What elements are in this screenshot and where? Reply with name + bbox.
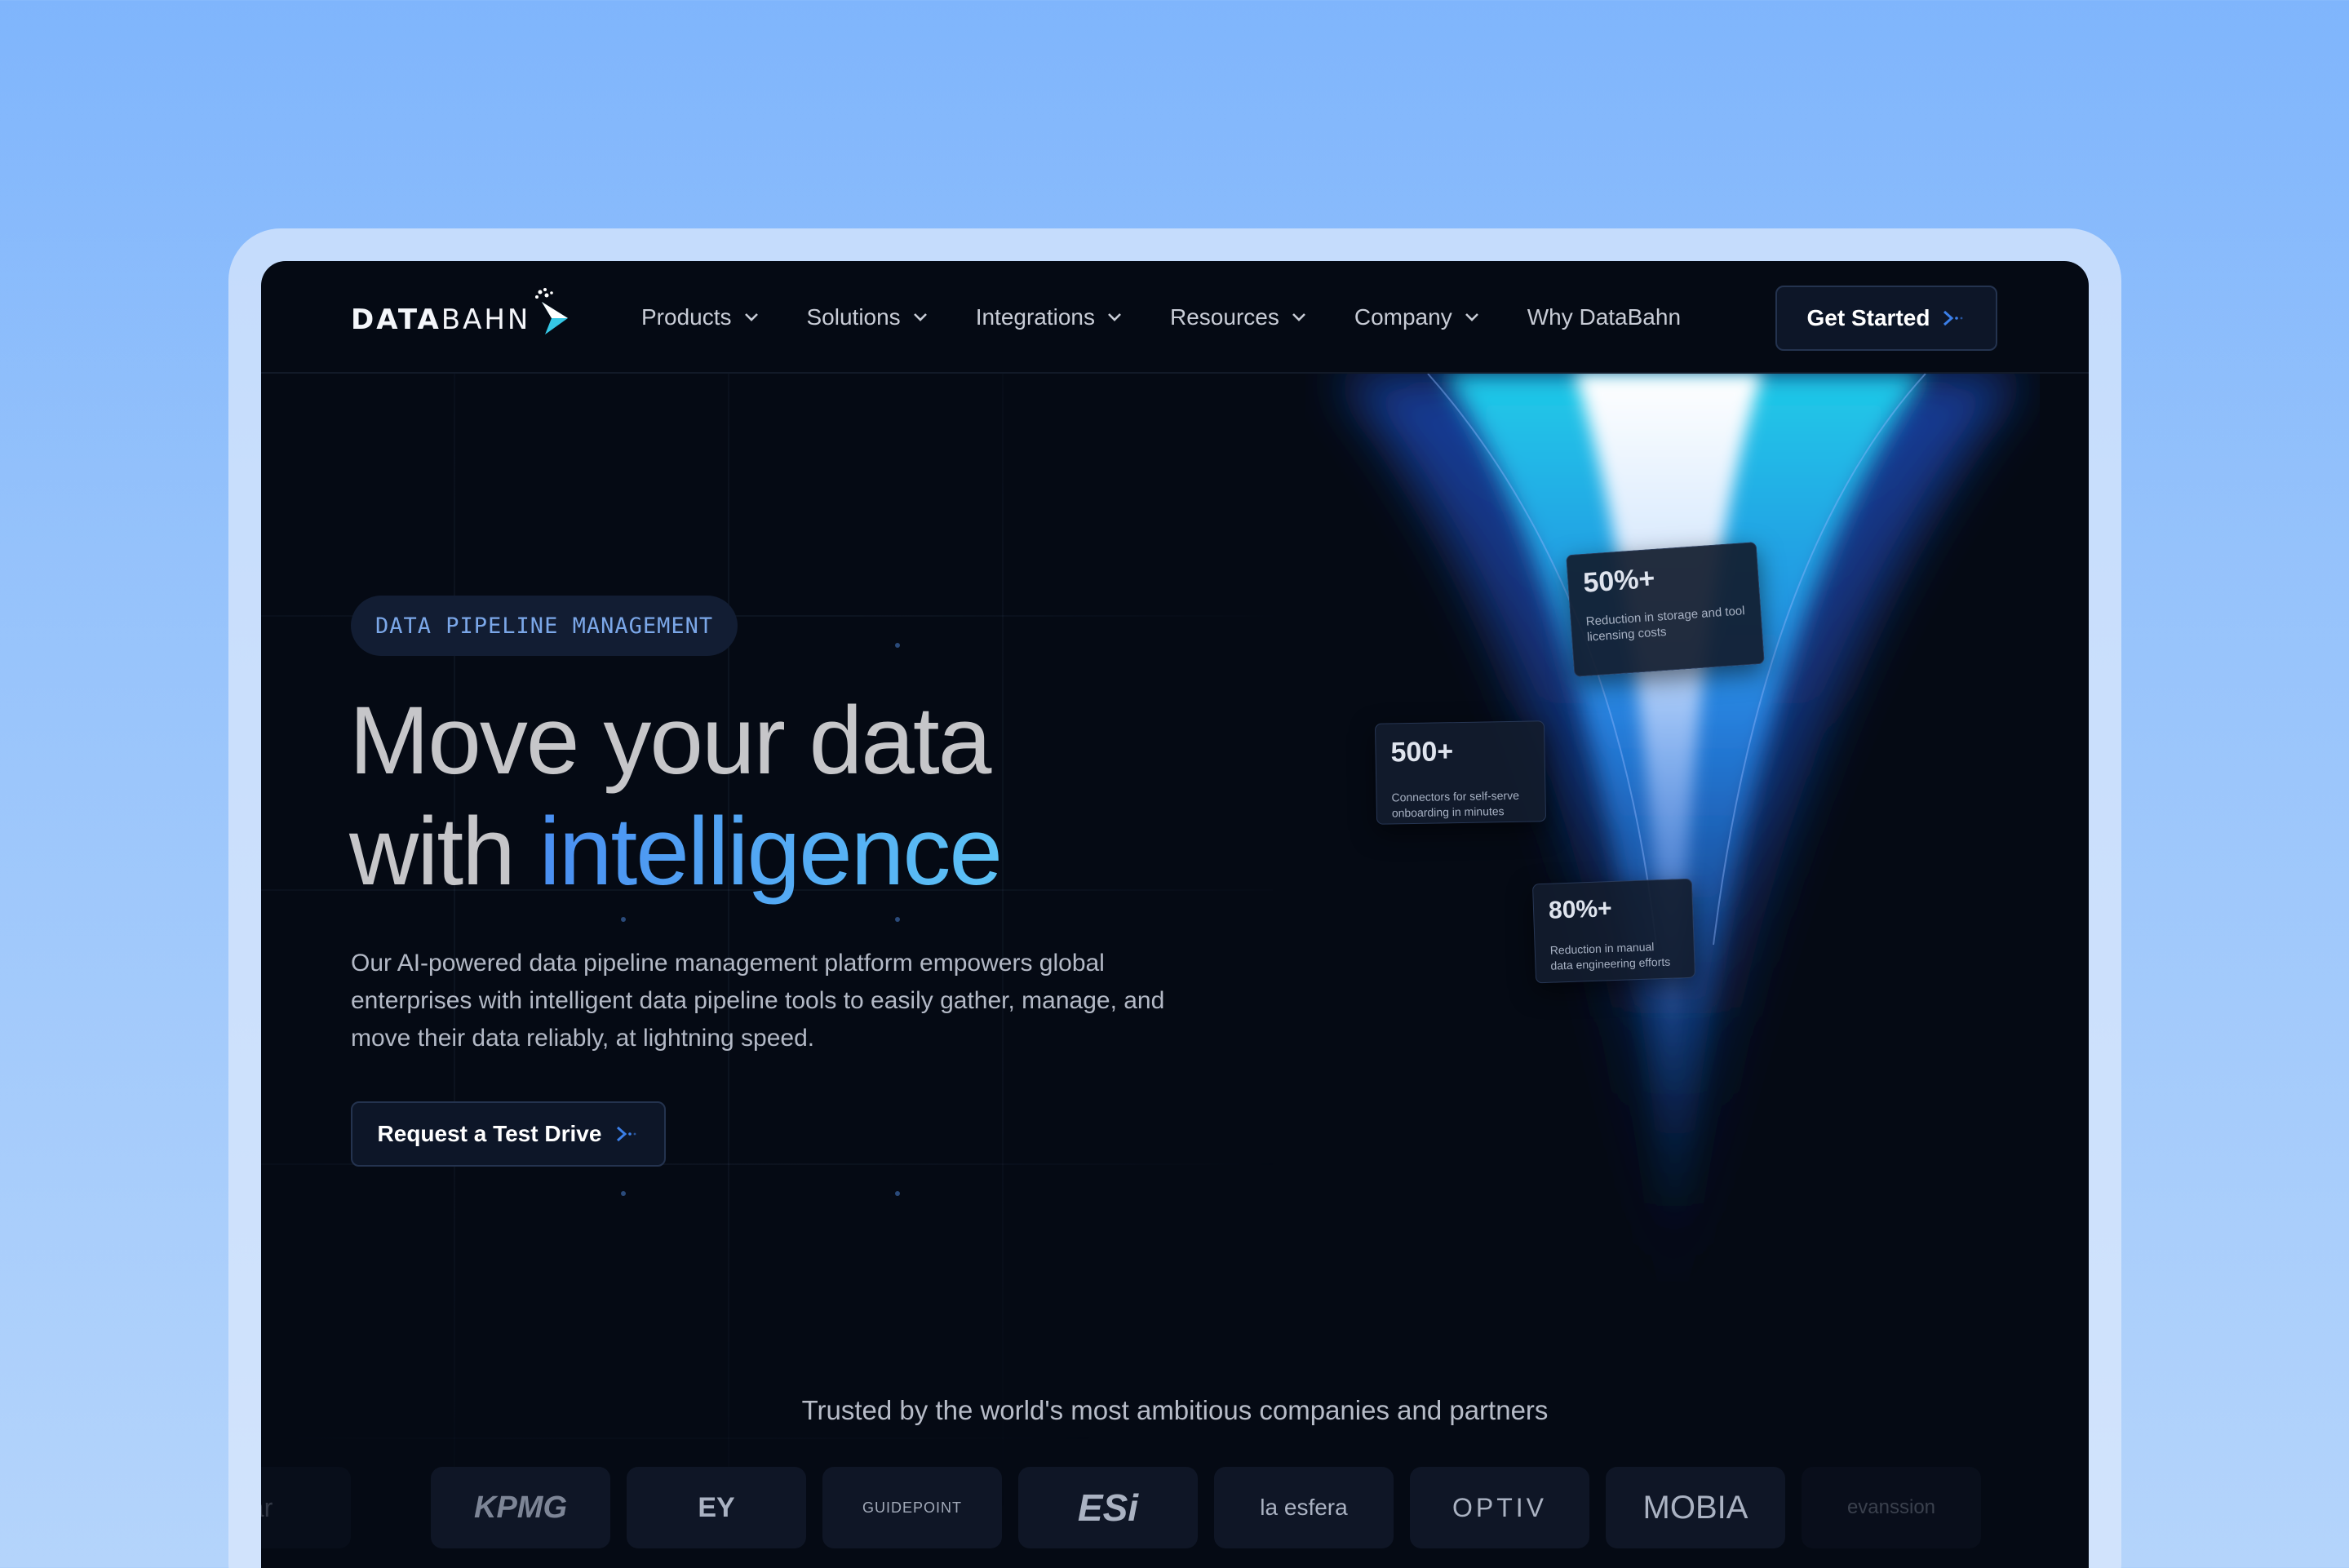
chevron-down-icon bbox=[1108, 313, 1121, 321]
nav-solutions[interactable]: Solutions bbox=[807, 304, 929, 330]
grid-node bbox=[895, 917, 900, 922]
request-test-drive-button[interactable]: Request a Test Drive bbox=[351, 1101, 666, 1167]
partner-logo-evanssion: evanssion bbox=[1802, 1467, 1981, 1548]
website-screen: DATABAHN Products Solutions Integrations… bbox=[261, 261, 2089, 1568]
stat-card-connectors: 500+ Connectors for self-serve onboardin… bbox=[1374, 720, 1547, 825]
chevron-down-icon bbox=[1292, 313, 1305, 321]
stat-card-engineering: 80%+ Reduction in manual data engineerin… bbox=[1531, 878, 1696, 984]
partner-logo-kpmg: KPMG bbox=[431, 1467, 610, 1548]
nav-integrations[interactable]: Integrations bbox=[976, 304, 1123, 330]
chevron-down-icon bbox=[744, 313, 758, 321]
logo-wordmark: DATABAHN bbox=[351, 303, 531, 336]
chevron-down-icon bbox=[913, 313, 927, 321]
main-menu: Products Solutions Integrations Resource… bbox=[641, 261, 1728, 374]
chevron-down-icon bbox=[1465, 313, 1478, 321]
arrow-right-icon bbox=[617, 1126, 636, 1142]
grid-node bbox=[895, 643, 900, 648]
nav-company[interactable]: Company bbox=[1354, 304, 1480, 330]
partner-logo-guidepoint: GUIDEPOINT bbox=[822, 1467, 1002, 1548]
hero-subtitle: Our AI-powered data pipeline management … bbox=[351, 950, 1165, 1052]
trusted-heading: Trusted by the world's most ambitious co… bbox=[801, 1395, 1549, 1425]
partner-logo-ey: EY bbox=[627, 1467, 806, 1548]
get-started-label: Get Started bbox=[1806, 305, 1930, 330]
stat-value: 50%+ bbox=[1582, 562, 1656, 599]
stat-description: Reduction in storage and tool licensing … bbox=[1585, 604, 1746, 644]
grid-node bbox=[621, 1191, 626, 1196]
logo-arrow-icon bbox=[535, 288, 569, 334]
get-started-button[interactable]: Get Started bbox=[1775, 286, 1997, 351]
partner-logo-strip: ar KPMG EY GUIDEPOINT ESi la esfera OPTI… bbox=[261, 1467, 2089, 1557]
request-test-drive-label: Request a Test Drive bbox=[377, 1121, 602, 1146]
stat-description: Reduction in manual data engineering eff… bbox=[1549, 940, 1671, 972]
grid-node bbox=[895, 1191, 900, 1196]
hero-headline: Move your data with intelligence bbox=[349, 687, 1003, 906]
nav-products[interactable]: Products bbox=[641, 304, 760, 330]
grid-node bbox=[621, 917, 626, 922]
partner-logo-optiv: OPTIV bbox=[1410, 1467, 1589, 1548]
hero-light-beam bbox=[1305, 373, 2040, 1353]
partner-logo-mobia: MOBIA bbox=[1606, 1467, 1785, 1548]
partner-logo-la-esfera: la esfera bbox=[1214, 1467, 1394, 1548]
stat-value: 80%+ bbox=[1548, 895, 1613, 924]
stat-card-storage: 50%+ Reduction in storage and tool licen… bbox=[1566, 542, 1765, 677]
partner-logo: ar bbox=[261, 1467, 351, 1548]
headline-highlight: intelligence bbox=[538, 798, 1003, 906]
top-navigation: DATABAHN Products Solutions Integrations… bbox=[261, 261, 2089, 374]
nav-resources[interactable]: Resources bbox=[1170, 304, 1307, 330]
arrow-right-icon bbox=[1943, 310, 1963, 326]
stat-description: Connectors for self-serve onboarding in … bbox=[1391, 788, 1520, 820]
nav-why-databahn[interactable]: Why DataBahn bbox=[1527, 304, 1681, 330]
stat-value: 500+ bbox=[1390, 736, 1454, 768]
section-badge: DATA PIPELINE MANAGEMENT bbox=[351, 596, 738, 656]
partner-logo-esi: ESi bbox=[1018, 1467, 1198, 1548]
databahn-logo[interactable]: DATABAHN bbox=[351, 288, 573, 346]
